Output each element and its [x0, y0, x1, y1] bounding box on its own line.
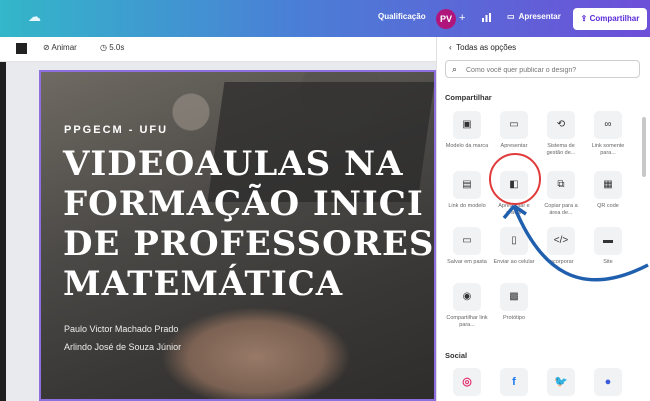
share-option-label: Modelo da marca: [445, 143, 489, 149]
share-option-label: Link somente para...: [591, 143, 625, 156]
share-option[interactable]: ▤ Link do modelo: [445, 171, 489, 210]
template-link-icon: ▤: [453, 171, 481, 199]
chevron-left-icon: ‹: [449, 43, 452, 52]
share-option-label: Salvar em pasta: [447, 259, 487, 265]
share-option-label: Compartilhar link para...: [446, 315, 488, 328]
share-option[interactable]: ⟲ Sistema de gestão de...: [539, 111, 583, 157]
slide-tag: PPGECM - UFU: [64, 124, 169, 136]
back-button[interactable]: ‹ Todas as opções: [449, 43, 516, 52]
slide-title-line: DE PROFESSORES: [63, 224, 435, 264]
slide-author: Paulo Victor Machado Prado: [64, 324, 179, 334]
search-box[interactable]: ⌕: [445, 60, 640, 78]
share-option-label: Apresentar: [500, 143, 528, 149]
share-option[interactable]: ∞ Link somente para...: [586, 111, 630, 157]
present-button[interactable]: ▭ Apresentar: [507, 12, 561, 21]
slide-title-line: FORMAÇÃO INICI: [63, 184, 424, 224]
animate-label: Animar: [51, 43, 77, 52]
instagram-icon: ◎: [453, 368, 481, 396]
slide-title-line: VIDEOAULAS NA: [63, 144, 404, 184]
template-icon: ▣: [453, 111, 481, 139]
slide[interactable]: PPGECM - UFU VIDEOAULAS NA FORMAÇÃO INIC…: [39, 70, 436, 401]
clock-icon: ◷: [100, 43, 107, 52]
hands-image: [161, 307, 351, 399]
duration-button[interactable]: ◷ 5.0s: [100, 43, 124, 52]
search-icon: ⌕: [452, 64, 458, 74]
share-option[interactable]: ◉ Compartilhar link para...: [445, 283, 489, 329]
cloud-icon[interactable]: ☁: [28, 10, 44, 23]
animate-button[interactable]: ⊘ Animar: [43, 43, 77, 52]
color-swatch[interactable]: [16, 43, 27, 54]
folder-icon: ▭: [453, 227, 481, 255]
design-title[interactable]: Qualificação: [378, 12, 426, 21]
share-option[interactable]: ▭ Apresentar: [492, 111, 536, 150]
share-option-label: Link do modelo: [448, 203, 486, 209]
scrollbar[interactable]: [642, 117, 646, 177]
editor-toolbar: ⊘ Animar ◷ 5.0s: [0, 37, 436, 62]
share-icon: ⇪: [580, 14, 588, 23]
slide-author: Arlindo José de Souza Júnior: [64, 342, 182, 352]
manage-icon: ⟲: [547, 111, 575, 139]
add-collaborator-button[interactable]: +: [459, 12, 465, 24]
section-social-heading: Social: [445, 351, 468, 360]
animate-icon: ⊘: [43, 43, 50, 52]
annotation-arrow: [502, 204, 649, 282]
section-share-heading: Compartilhar: [445, 93, 492, 102]
back-label: Todas as opções: [456, 43, 517, 52]
avatar[interactable]: PV: [436, 9, 456, 29]
view-icon: ◉: [453, 283, 481, 311]
share-label: Compartilhar: [589, 14, 640, 23]
search-input[interactable]: [464, 63, 638, 77]
duration-label: 5.0s: [109, 43, 125, 52]
link-icon: ∞: [594, 111, 622, 139]
present-icon: ▭: [500, 111, 528, 139]
slide-title-line: MATEMÁTICA: [63, 264, 344, 304]
present-icon: ▭: [507, 12, 515, 21]
share-option-label: Sistema de gestão de...: [546, 143, 576, 156]
share-option[interactable]: ▭ Salvar em pasta: [445, 227, 489, 266]
top-bar: ☁ Qualificação PV + ▭ Apresentar ⇪ Compar…: [0, 0, 650, 37]
insights-icon[interactable]: [481, 12, 492, 26]
social-option[interactable]: ◎: [445, 368, 489, 396]
share-button[interactable]: ⇪ Compartilhar: [573, 8, 647, 30]
share-option[interactable]: ▣ Modelo da marca: [445, 111, 489, 150]
present-label: Apresentar: [518, 12, 561, 21]
